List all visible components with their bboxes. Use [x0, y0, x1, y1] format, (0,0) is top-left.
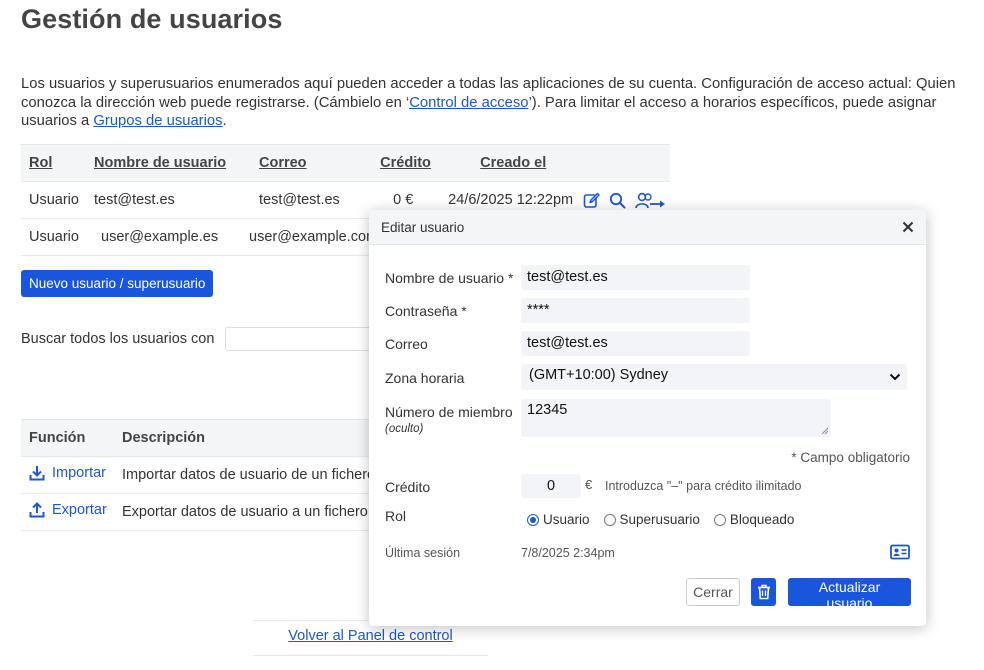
cell-email: test@test.es: [258, 181, 380, 219]
intro-text: Los usuarios y superusuarios enumerados …: [21, 75, 971, 131]
cell-role: Usuario: [21, 181, 93, 219]
member-number-value: 12345: [527, 402, 568, 418]
export-link[interactable]: Exportar: [29, 502, 107, 518]
credit-label: Crédito: [385, 479, 431, 495]
delete-button[interactable]: [751, 578, 776, 606]
back-to-dashboard-link[interactable]: Volver al Panel de control: [288, 628, 452, 644]
trash-icon: [757, 584, 770, 600]
cell-email: user@example.com: [249, 218, 380, 256]
dialog-header: Editar usuario: [369, 210, 926, 245]
username-input[interactable]: test@test.es: [521, 265, 750, 290]
member-number-label-text: Número de miembro: [385, 404, 513, 420]
role-radio-label: Usuario: [543, 512, 590, 527]
role-radio-superusuario[interactable]: Superusuario: [603, 512, 700, 527]
password-input[interactable]: ****: [521, 298, 750, 323]
cell-function: Importar: [21, 456, 121, 494]
created-date: 24/6/2025 12:22pm: [448, 191, 574, 208]
close-icon[interactable]: [899, 218, 917, 236]
cell-role: Usuario: [21, 218, 93, 256]
table-row: Importar Importar datos de usuario de un…: [21, 456, 381, 494]
email-label: Correo: [385, 336, 428, 352]
member-number-label: Número de miembro (oculto): [385, 404, 513, 435]
col-header-credit[interactable]: Crédito: [379, 144, 480, 182]
import-link-label: Importar: [52, 465, 106, 481]
role-radio-label: Superusuario: [619, 512, 700, 527]
users-table-header: Rol Nombre de usuario Correo Crédito Cre…: [21, 144, 670, 182]
functions-table: Función Descripción Importar Importar da…: [21, 419, 381, 531]
role-radio-label: Bloqueado: [729, 512, 795, 527]
cell-email-text: user@example.com: [249, 229, 379, 245]
member-number-textarea[interactable]: 12345: [521, 399, 831, 437]
email-input[interactable]: test@test.es: [521, 331, 750, 356]
member-number-hidden-note: (oculto): [385, 423, 424, 435]
edit-user-dialog: Editar usuario Nombre de usuario * test@…: [369, 210, 926, 626]
col-header-username[interactable]: Nombre de usuario: [93, 144, 258, 182]
dialog-title: Editar usuario: [381, 220, 465, 235]
col-header-description: Descripción: [121, 419, 381, 457]
cell-username: test@test.es: [93, 181, 258, 219]
credit-hint: Introduzca "–" para crédito ilimitado: [605, 479, 802, 493]
close-button[interactable]: Cerrar: [686, 578, 740, 606]
user-groups-link[interactable]: Grupos de usuarios: [93, 113, 222, 129]
intro-text-part: .: [222, 113, 227, 129]
password-label: Contraseña *: [385, 303, 467, 319]
last-session-label: Última sesión: [385, 546, 461, 560]
edit-icon[interactable]: [583, 192, 600, 209]
currency-symbol: €: [585, 477, 593, 492]
resize-grip-icon[interactable]: [821, 427, 829, 435]
import-link[interactable]: Importar: [29, 465, 106, 481]
upload-icon: [29, 502, 45, 518]
cell-username-text: user@example.es: [101, 229, 219, 245]
new-user-button[interactable]: Nuevo usuario / superusuario: [21, 270, 214, 297]
chevron-down-icon: [889, 373, 901, 381]
access-control-link[interactable]: Control de acceso: [409, 95, 528, 111]
user-transfer-icon[interactable]: [635, 192, 667, 209]
page-title: Gestión de usuarios: [21, 4, 283, 34]
radio-icon: [603, 513, 616, 526]
table-row: Exportar Exportar datos de usuario a un …: [21, 493, 381, 531]
col-header-role[interactable]: Rol: [21, 144, 93, 182]
radio-icon: [713, 513, 726, 526]
col-header-created[interactable]: Creado el: [479, 144, 670, 182]
cell-username: user@example.es: [93, 218, 258, 256]
last-session-value: 7/8/2025 2:34pm: [521, 546, 615, 560]
col-header-email[interactable]: Correo: [258, 144, 380, 182]
cell-description: Importar datos de usuario de un fichero: [121, 456, 381, 494]
functions-table-header: Función Descripción: [21, 419, 381, 457]
cell-description: Exportar datos de usuario a un fichero: [121, 493, 381, 531]
timezone-select[interactable]: (GMT+10:00) Sydney: [521, 364, 907, 390]
col-header-function: Función: [21, 419, 121, 457]
username-label: Nombre de usuario *: [385, 270, 514, 286]
download-icon: [29, 466, 45, 481]
search-label: Buscar todos los usuarios con: [21, 331, 215, 347]
radio-selected-icon: [527, 513, 539, 526]
credit-input[interactable]: 0: [521, 474, 581, 498]
contact-card-icon[interactable]: [890, 544, 910, 560]
timezone-value: (GMT+10:00) Sydney: [529, 367, 669, 383]
search-input[interactable]: [225, 327, 375, 351]
role-radio-bloqueado[interactable]: Bloqueado: [713, 512, 795, 527]
search-icon[interactable]: [609, 192, 626, 209]
role-radio-group: Usuario Superusuario Bloqueado: [527, 512, 794, 527]
cell-function: Exportar: [21, 493, 121, 531]
role-radio-usuario[interactable]: Usuario: [527, 512, 590, 527]
update-user-button[interactable]: Actualizar usuario: [788, 578, 911, 611]
export-link-label: Exportar: [52, 502, 107, 518]
timezone-label: Zona horaria: [385, 370, 465, 386]
required-field-note: * Campo obligatorio: [791, 450, 910, 465]
role-label: Rol: [385, 508, 407, 524]
